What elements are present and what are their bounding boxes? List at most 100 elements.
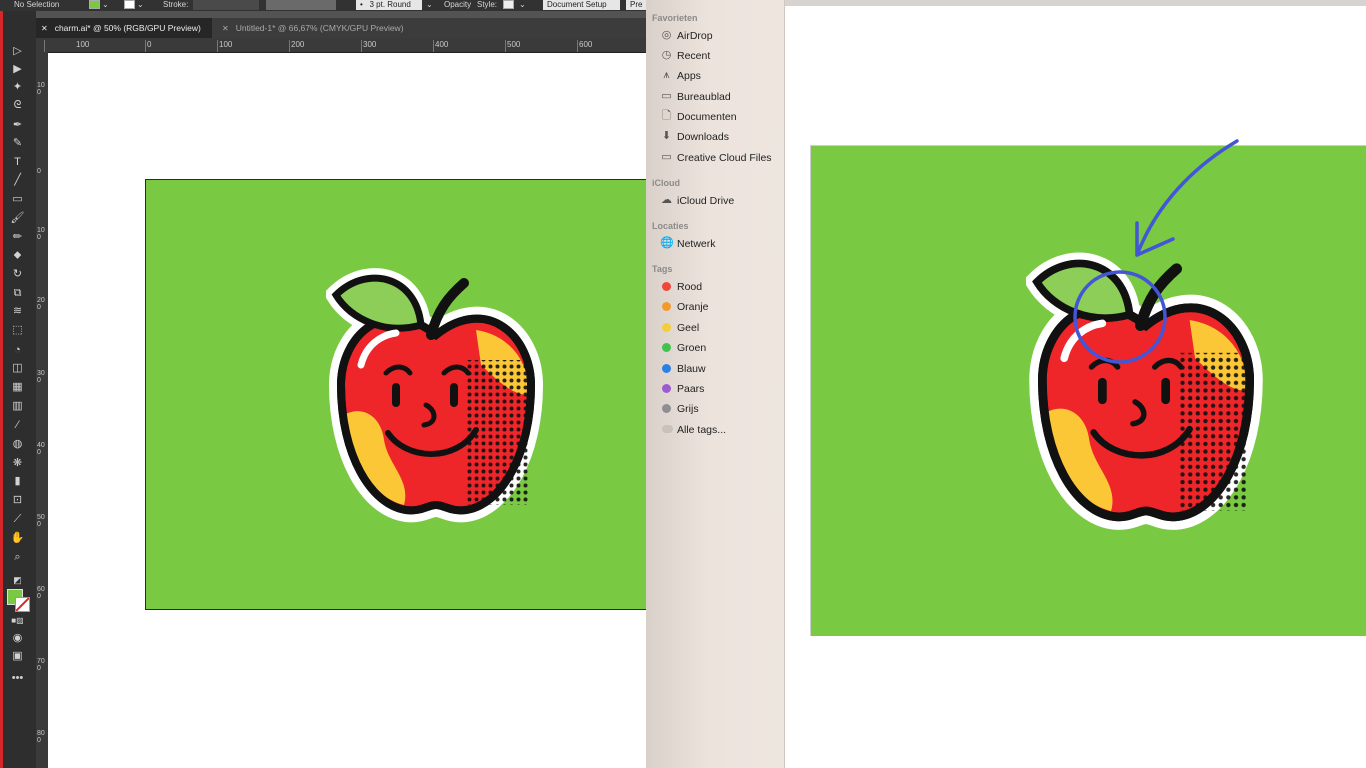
eyedropper-tool-icon[interactable]: ⁄	[10, 418, 25, 433]
fill-swatch[interactable]	[89, 0, 100, 9]
fill-chevron-icon[interactable]: ⌄	[102, 0, 109, 9]
column-graph-tool-icon[interactable]: ▮	[10, 474, 25, 489]
sidebar-item-documents[interactable]: 🗋 Documenten	[660, 109, 780, 125]
variable-width-profile[interactable]	[266, 0, 336, 10]
globe-icon: 🌐	[660, 237, 674, 249]
canvas-area[interactable]	[48, 53, 646, 768]
sidebar-tag-red[interactable]: Rood	[660, 279, 780, 295]
sidebar-tag-gray[interactable]: Grijs	[660, 401, 780, 417]
close-icon[interactable]: ✕	[222, 24, 229, 33]
tag-dot	[662, 343, 671, 352]
magic-wand-tool-icon[interactable]: ✦	[10, 80, 25, 95]
tag-dot	[662, 282, 671, 291]
sidebar-tag-green[interactable]: Groen	[660, 340, 780, 356]
selection-tool-icon[interactable]: ▷	[10, 44, 25, 59]
hand-tool-icon[interactable]: ✋	[10, 531, 25, 546]
document-icon: 🗋	[662, 110, 671, 122]
document-tabs: ✕ charm.ai* @ 50% (RGB/GPU Preview) ✕ Unti…	[36, 18, 646, 38]
color-mode-icon[interactable]: ■▨	[10, 613, 25, 628]
tag-dot	[662, 425, 673, 433]
document-setup-button[interactable]: Document Setup	[543, 0, 620, 10]
sidebar-tag-yellow[interactable]: Geel	[660, 320, 780, 336]
sidebar-item-network[interactable]: 🌐 Netwerk	[660, 236, 780, 252]
sidebar-item-apps[interactable]: ⩚ Apps	[660, 68, 780, 84]
clock-icon: ◷	[661, 49, 672, 61]
section-tags: Tags	[652, 264, 673, 274]
annotation-overlay	[1073, 139, 1239, 364]
paintbrush-tool-icon[interactable]: 🖌	[10, 211, 25, 226]
sidebar-tag-blue[interactable]: Blauw	[660, 361, 780, 377]
artboard[interactable]	[145, 179, 646, 610]
line-tool-icon[interactable]: ╱	[10, 173, 25, 188]
sidebar-item-downloads[interactable]: ⬇ Downloads	[660, 129, 780, 145]
gradient-tool-icon[interactable]: ▥	[10, 399, 25, 414]
apps-icon: ⩚	[663, 69, 670, 81]
artboard-tool-icon[interactable]: ⊡	[10, 493, 25, 508]
stroke-chevron-icon[interactable]: ⌄	[137, 0, 144, 9]
section-favorites: Favorieten	[652, 13, 698, 23]
finder-sidebar: Favorieten ◎ AirDrop ◷ Recent ⩚ Apps ▭ Burea…	[646, 0, 785, 768]
annotation-circle	[1073, 270, 1167, 364]
preview-pane	[785, 0, 1366, 768]
rectangle-tool-icon[interactable]: ▭	[10, 192, 25, 207]
sidebar-tag-purple[interactable]: Paars	[660, 381, 780, 397]
stroke-label: Stroke:	[163, 0, 189, 9]
tools-panel: ▷ ▶ ✦ ᘓ ✒ ✎ T ╱ ▭ 🖌 ✏ ⬥ ↻ ⧉ ≋ ⬚ ◔ ◫ ▦ ▥ …	[0, 11, 36, 768]
horizontal-ruler: 100 0 100 200 300 400 500 600	[36, 38, 646, 53]
cloud-icon: ☁	[661, 194, 672, 206]
brush-definition-dropdown[interactable]: • 3 pt. Round	[356, 0, 422, 10]
more-tools-icon[interactable]: •••	[10, 671, 25, 686]
sidebar-tag-orange[interactable]: Oranje	[660, 299, 780, 315]
tag-dot	[662, 323, 671, 332]
control-bar: No Selection ⌄ ⌄ Stroke: • 3 pt. Round ⌄…	[0, 0, 646, 11]
sidebar-item-airdrop[interactable]: ◎ AirDrop	[660, 28, 780, 44]
lasso-tool-icon[interactable]: ᘓ	[10, 98, 25, 113]
apple-illustration[interactable]	[326, 265, 546, 525]
tag-dot	[662, 364, 671, 373]
section-locations: Locaties	[652, 221, 689, 231]
desktop-icon: ▭	[661, 90, 672, 102]
free-transform-tool-icon[interactable]: ⬚	[10, 323, 25, 338]
zoom-tool-icon[interactable]: ⌕	[10, 550, 25, 565]
brush-chevron-icon[interactable]: ⌄	[426, 0, 433, 9]
close-icon[interactable]: ✕	[41, 24, 48, 33]
shape-builder-tool-icon[interactable]: ◔	[10, 343, 25, 358]
eraser-tool-icon[interactable]: ⬥	[10, 248, 25, 263]
direct-selection-tool-icon[interactable]: ▶	[10, 62, 25, 77]
sidebar-all-tags[interactable]: Alle tags...	[660, 422, 780, 438]
opacity-label[interactable]: Opacity	[444, 0, 471, 9]
default-colors-icon[interactable]: ◩ ↺	[10, 573, 25, 600]
tag-dot	[662, 384, 671, 393]
curvature-tool-icon[interactable]: ✎	[10, 136, 25, 151]
style-swatch[interactable]	[503, 0, 514, 9]
style-chevron-icon[interactable]: ⌄	[519, 0, 526, 9]
folder-icon: ▭	[661, 151, 672, 163]
slice-tool-icon[interactable]: ⟋	[10, 512, 25, 527]
scale-tool-icon[interactable]: ⧉	[10, 286, 25, 301]
sidebar-item-creative-cloud[interactable]: ▭ Creative Cloud Files	[660, 150, 780, 166]
screen-mode-icon[interactable]: ▣	[10, 649, 25, 664]
tab-untitled[interactable]: ✕ Untitled-1* @ 66,67% (CMYK/GPU Preview)	[222, 18, 404, 38]
blend-tool-icon[interactable]: ◍	[10, 437, 25, 452]
tab-charm[interactable]: ✕ charm.ai* @ 50% (RGB/GPU Preview)	[36, 18, 212, 38]
illustrator-window: No Selection ⌄ ⌄ Stroke: • 3 pt. Round ⌄…	[0, 0, 646, 768]
style-label: Style:	[477, 0, 498, 9]
symbol-sprayer-tool-icon[interactable]: ❋	[10, 456, 25, 471]
pen-tool-icon[interactable]: ✒	[10, 118, 25, 133]
drawing-mode-icon[interactable]: ◉	[10, 631, 25, 646]
sidebar-item-recent[interactable]: ◷ Recent	[660, 48, 780, 64]
tag-dot	[662, 404, 671, 413]
rotate-tool-icon[interactable]: ↻	[10, 267, 25, 282]
stroke-color-swatch[interactable]	[15, 597, 30, 612]
stroke-weight-field[interactable]	[193, 0, 259, 10]
stroke-swatch[interactable]	[124, 0, 135, 9]
annotation-arrow	[1135, 139, 1239, 257]
warp-tool-icon[interactable]: ≋	[10, 304, 25, 319]
mesh-tool-icon[interactable]: ▦	[10, 380, 25, 395]
perspective-grid-tool-icon[interactable]: ◫	[10, 361, 25, 376]
preferences-button[interactable]: Pre	[626, 0, 646, 10]
sidebar-item-icloud-drive[interactable]: ☁ iCloud Drive	[660, 193, 780, 209]
sidebar-item-desktop[interactable]: ▭ Bureaublad	[660, 89, 780, 105]
type-tool-icon[interactable]: T	[10, 155, 25, 170]
shaper-tool-icon[interactable]: ✏	[10, 230, 25, 245]
